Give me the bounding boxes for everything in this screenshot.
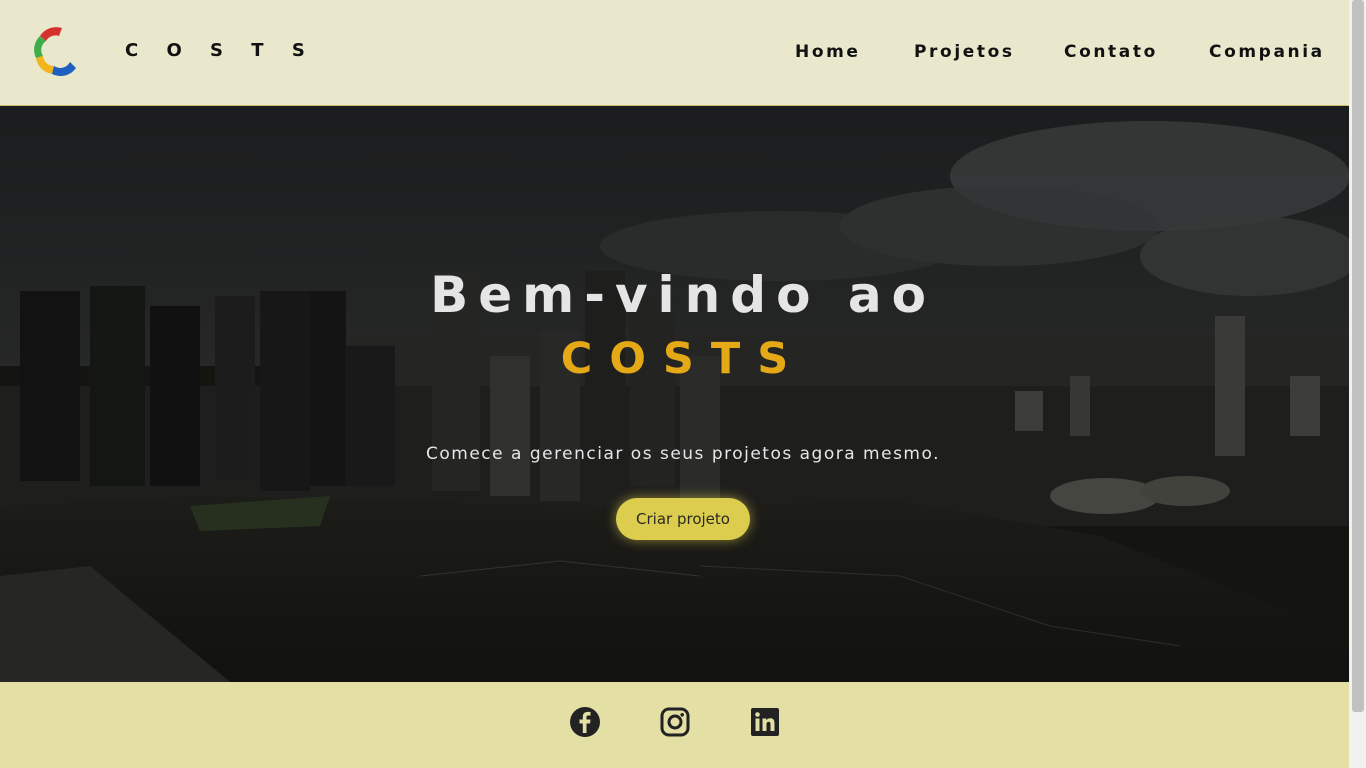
hero-brand: COSTS — [560, 334, 806, 384]
nav-projetos[interactable]: Projetos — [914, 41, 1015, 63]
logo[interactable] — [32, 22, 78, 77]
facebook-icon[interactable] — [569, 706, 601, 738]
hero-section: Bem-vindo ao COSTS Comece a gerenciar os… — [0, 106, 1349, 682]
nav-home[interactable]: Home — [795, 41, 861, 63]
create-project-button[interactable]: Criar projeto — [616, 498, 750, 540]
scrollbar-thumb[interactable] — [1352, 0, 1364, 712]
hero-subtitle: Comece a gerenciar os seus projetos agor… — [426, 444, 940, 464]
hero-title: Bem-vindo ao — [430, 266, 936, 324]
brand-name: C O S T S — [125, 40, 316, 61]
footer — [0, 682, 1349, 768]
navbar: C O S T S Home Projetos Contato Compania — [0, 0, 1349, 106]
nav-compania[interactable]: Compania — [1209, 41, 1325, 63]
nav-contato[interactable]: Contato — [1064, 41, 1158, 63]
logo-icon — [34, 27, 76, 77]
instagram-icon[interactable] — [659, 706, 691, 738]
city-background-image — [0, 106, 1349, 682]
linkedin-icon[interactable] — [749, 706, 781, 738]
